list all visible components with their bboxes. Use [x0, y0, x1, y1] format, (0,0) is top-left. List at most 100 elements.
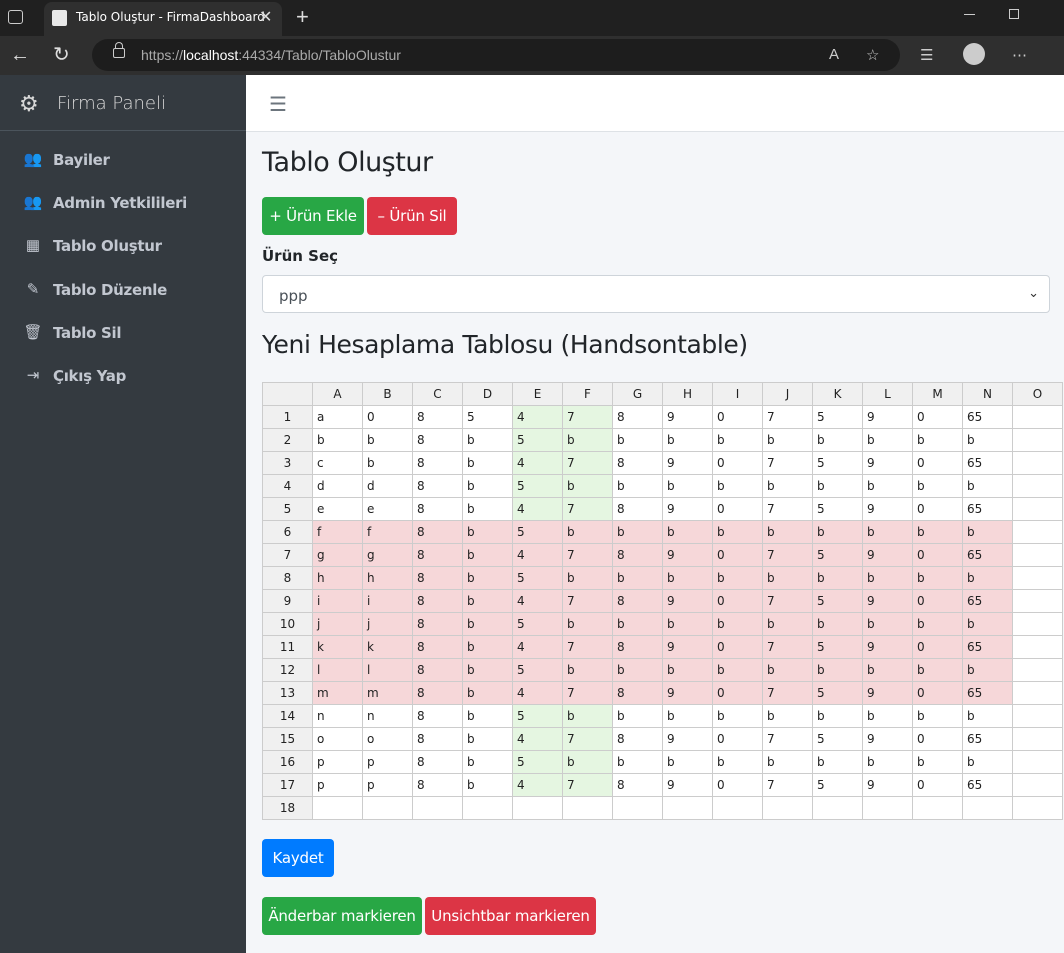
grid-cell[interactable]: b [912, 658, 963, 682]
sidebar-item-bayiler[interactable]: 👥 Bayiler [0, 140, 246, 180]
grid-cell[interactable]: 8 [412, 474, 463, 498]
grid-cell[interactable] [1012, 543, 1063, 567]
grid-cell[interactable] [862, 796, 913, 820]
grid-cell[interactable]: b [812, 474, 863, 498]
grid-cell[interactable]: l [312, 658, 363, 682]
grid-cell[interactable]: 9 [662, 405, 713, 429]
grid-cell[interactable]: b [812, 658, 863, 682]
grid-cell[interactable]: k [362, 635, 413, 659]
grid-cell[interactable]: 7 [762, 635, 813, 659]
grid-cell[interactable]: a [312, 405, 363, 429]
grid-cell[interactable]: 9 [662, 497, 713, 521]
grid-cell[interactable]: 5 [812, 543, 863, 567]
grid-cell[interactable]: b [462, 750, 513, 774]
grid-cell[interactable]: 5 [512, 612, 563, 636]
grid-cell[interactable]: 8 [412, 750, 463, 774]
product-select[interactable]: ppp ⌄ [262, 275, 1050, 313]
grid-cell[interactable] [612, 796, 663, 820]
grid-cell[interactable]: b [712, 428, 763, 452]
grid-cell[interactable]: 0 [912, 405, 963, 429]
grid-cell[interactable]: 9 [662, 543, 713, 567]
grid-cell[interactable]: 9 [862, 681, 913, 705]
grid-cell[interactable] [1012, 750, 1063, 774]
grid-cell[interactable]: 0 [362, 405, 413, 429]
grid-cell[interactable]: 5 [812, 773, 863, 797]
grid-cell[interactable] [762, 796, 813, 820]
column-header[interactable]: F [562, 382, 613, 406]
grid-cell[interactable]: f [362, 520, 413, 544]
grid-cell[interactable]: 8 [612, 681, 663, 705]
grid-cell[interactable]: b [712, 750, 763, 774]
grid-cell[interactable]: p [312, 750, 363, 774]
grid-cell[interactable]: p [312, 773, 363, 797]
grid-cell[interactable]: b [862, 474, 913, 498]
grid-cell[interactable]: 0 [712, 543, 763, 567]
grid-cell[interactable]: b [962, 520, 1013, 544]
grid-cell[interactable]: 5 [512, 566, 563, 590]
grid-cell[interactable]: b [962, 474, 1013, 498]
grid-cell[interactable]: 9 [862, 405, 913, 429]
mark-editable-button[interactable]: Änderbar markieren [262, 897, 422, 935]
grid-cell[interactable]: b [562, 658, 613, 682]
grid-cell[interactable]: d [362, 474, 413, 498]
grid-cell[interactable]: b [762, 658, 813, 682]
grid-cell[interactable]: b [962, 612, 1013, 636]
back-icon[interactable]: ← [10, 42, 30, 68]
grid-cell[interactable]: 5 [512, 750, 563, 774]
column-header[interactable]: M [912, 382, 963, 406]
grid-cell[interactable]: m [362, 681, 413, 705]
row-header[interactable]: 16 [262, 750, 313, 774]
grid-cell[interactable]: 0 [912, 635, 963, 659]
grid-cell[interactable]: 7 [562, 543, 613, 567]
grid-cell[interactable]: 9 [662, 635, 713, 659]
grid-cell[interactable]: 5 [462, 405, 513, 429]
grid-cell[interactable]: 7 [562, 405, 613, 429]
grid-cell[interactable]: 5 [812, 405, 863, 429]
grid-cell[interactable]: 0 [912, 497, 963, 521]
grid-cell[interactable]: b [662, 750, 713, 774]
maximize-icon[interactable] [1009, 9, 1019, 19]
grid-cell[interactable] [1012, 681, 1063, 705]
grid-cell[interactable]: 5 [512, 474, 563, 498]
grid-cell[interactable]: b [612, 428, 663, 452]
grid-cell[interactable] [712, 796, 763, 820]
grid-cell[interactable]: b [462, 681, 513, 705]
column-header[interactable]: O [1012, 382, 1063, 406]
grid-cell[interactable]: 7 [762, 451, 813, 475]
grid-cell[interactable]: 8 [412, 773, 463, 797]
grid-cell[interactable]: 0 [912, 589, 963, 613]
grid-cell[interactable]: 8 [412, 704, 463, 728]
grid-cell[interactable]: b [812, 750, 863, 774]
grid-cell[interactable]: 8 [412, 405, 463, 429]
grid-cell[interactable]: 7 [562, 773, 613, 797]
grid-cell[interactable] [312, 796, 363, 820]
grid-cell[interactable]: 8 [612, 543, 663, 567]
grid-cell[interactable] [1012, 497, 1063, 521]
column-header[interactable]: N [962, 382, 1013, 406]
grid-cell[interactable]: b [662, 428, 713, 452]
row-header[interactable]: 13 [262, 681, 313, 705]
grid-cell[interactable]: b [862, 566, 913, 590]
grid-cell[interactable]: 9 [662, 589, 713, 613]
grid-cell[interactable] [1012, 635, 1063, 659]
grid-cell[interactable]: b [762, 428, 813, 452]
grid-cell[interactable]: 4 [512, 773, 563, 797]
grid-cell[interactable] [1012, 520, 1063, 544]
grid-cell[interactable]: b [462, 428, 513, 452]
sidebar-item-tablo-olustur[interactable]: ▦ Tablo Oluştur [0, 226, 246, 266]
grid-cell[interactable]: 0 [712, 635, 763, 659]
row-header[interactable]: 5 [262, 497, 313, 521]
grid-cell[interactable]: b [362, 451, 413, 475]
grid-cell[interactable]: 65 [962, 773, 1013, 797]
column-header[interactable]: D [462, 382, 513, 406]
grid-cell[interactable]: 9 [862, 635, 913, 659]
grid-cell[interactable]: 0 [712, 405, 763, 429]
grid-cell[interactable]: 0 [912, 451, 963, 475]
grid-cell[interactable]: b [912, 520, 963, 544]
lock-icon[interactable] [113, 42, 125, 58]
grid-cell[interactable]: 4 [512, 451, 563, 475]
grid-cell[interactable]: 0 [912, 727, 963, 751]
grid-cell[interactable]: 5 [812, 681, 863, 705]
row-header[interactable]: 9 [262, 589, 313, 613]
grid-cell[interactable]: b [662, 566, 713, 590]
